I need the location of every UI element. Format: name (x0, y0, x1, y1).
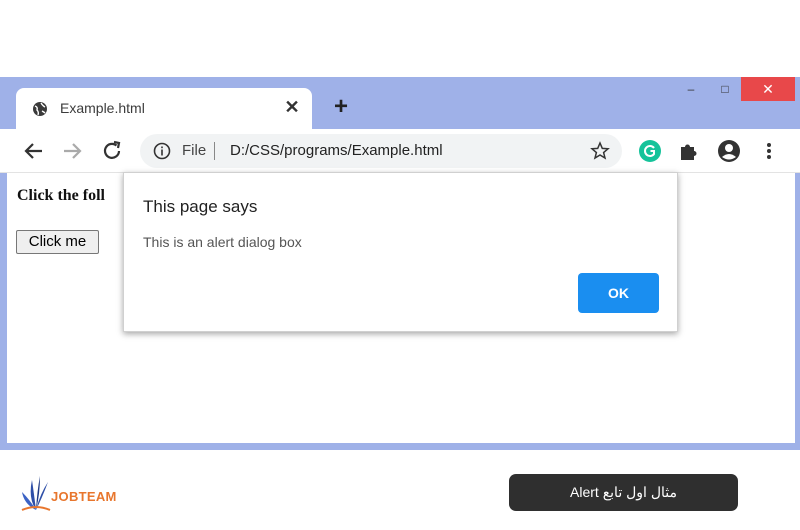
url-text[interactable]: D:/CSS/programs/Example.html (230, 142, 443, 159)
click-me-button[interactable]: Click me (16, 230, 99, 254)
extensions-puzzle-icon[interactable] (676, 138, 702, 164)
page-instruction-text: Click the foll (17, 187, 105, 204)
tab-title: Example.html (60, 100, 145, 116)
logo-leaves-icon (21, 476, 51, 511)
bookmark-star-icon[interactable] (590, 141, 610, 161)
maximize-button[interactable]: □ (711, 77, 739, 101)
close-window-button[interactable]: ✕ (741, 77, 795, 101)
minimize-button[interactable]: – (677, 77, 705, 101)
profile-avatar-icon[interactable] (716, 138, 742, 164)
info-icon[interactable] (153, 142, 171, 160)
menu-kebab-icon[interactable] (756, 138, 782, 164)
browser-tab[interactable]: Example.html ✕ (16, 88, 312, 129)
caption-label: مثال اول تابع Alert (509, 474, 738, 511)
tab-strip: Example.html ✕ + – □ ✕ (0, 77, 800, 129)
forward-arrow-icon[interactable] (60, 139, 84, 163)
back-arrow-icon[interactable] (22, 139, 46, 163)
globe-icon (33, 102, 47, 116)
grammarly-icon[interactable] (637, 138, 663, 164)
alert-dialog: This page says This is an alert dialog b… (123, 172, 678, 332)
reload-icon[interactable] (100, 139, 124, 163)
tab-close-icon[interactable]: ✕ (282, 97, 302, 117)
dialog-message: This is an alert dialog box (143, 234, 302, 250)
dialog-title: This page says (143, 197, 258, 216)
address-divider (214, 142, 215, 160)
new-tab-button[interactable]: + (330, 95, 352, 119)
browser-toolbar: File D:/CSS/programs/Example.html (0, 129, 800, 173)
scheme-label: File (182, 142, 207, 159)
ok-button[interactable]: OK (578, 273, 659, 313)
address-bar[interactable]: File D:/CSS/programs/Example.html (140, 134, 622, 168)
screenshot: Example.html ✕ + – □ ✕ File D:/CSS/progr… (0, 0, 800, 530)
jobteam-logo: JOBTEAM (20, 470, 130, 514)
logo-text: JOBTEAM (51, 489, 117, 504)
